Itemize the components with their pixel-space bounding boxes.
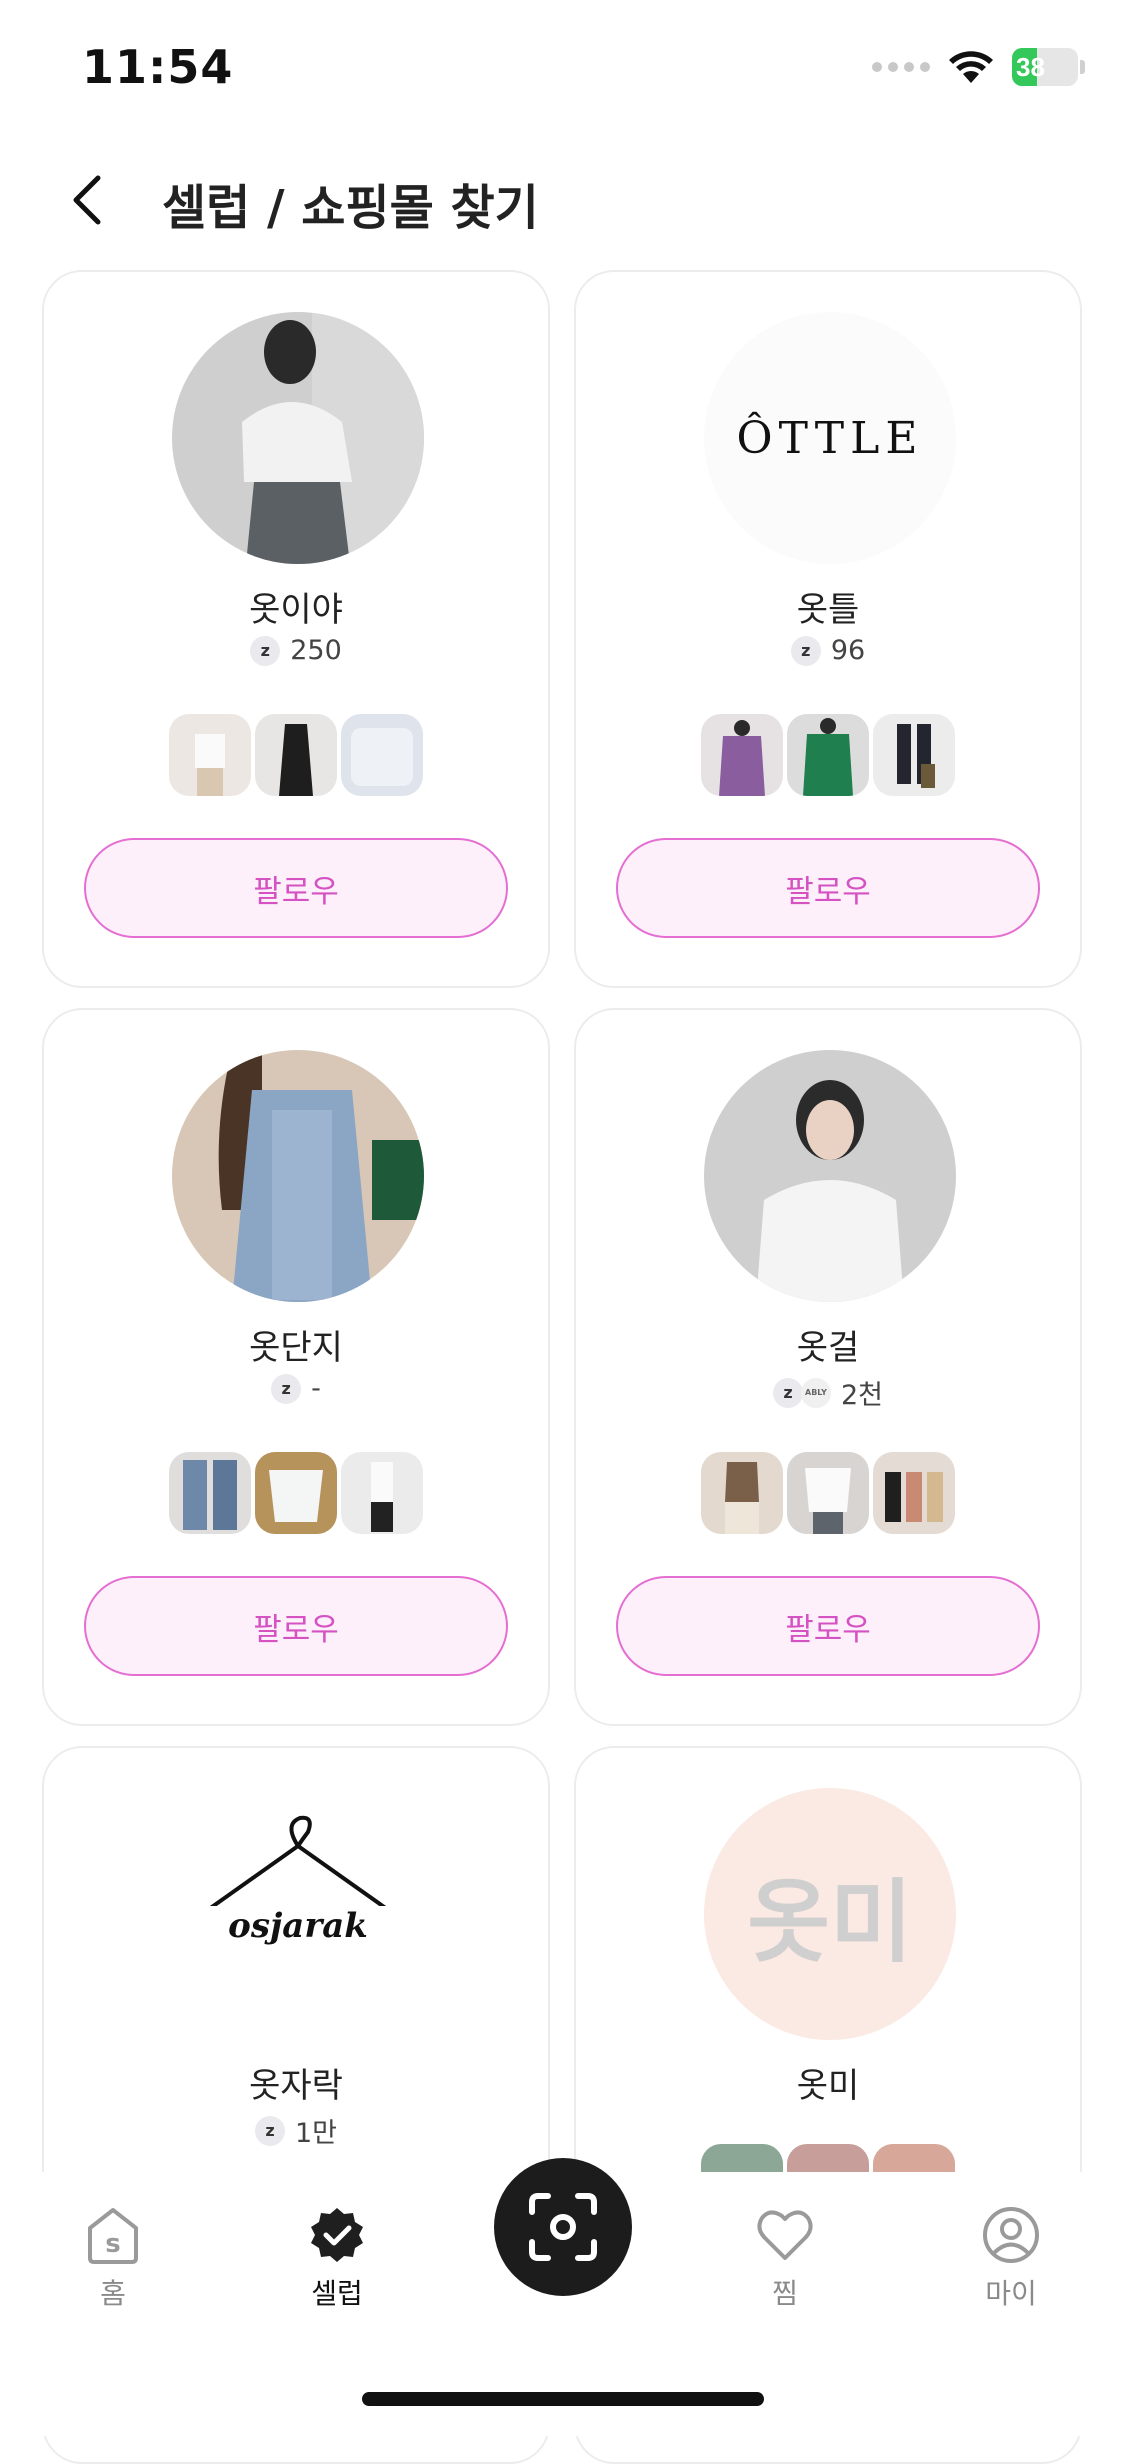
product-thumbnails [44,1452,548,1534]
home-indicator [362,2392,764,2406]
shop-card[interactable]: 옷걸 z ABLY 2천 팔로우 [574,1008,1082,1726]
shop-name: 옷자락 [249,2066,343,2106]
camera-scan-icon [529,2193,597,2261]
zigzag-badge-icon: z [271,1373,302,1404]
follower-count: 96 [830,635,866,666]
shop-avatar[interactable]: ÔTTLE [704,312,956,564]
product-thumbnail[interactable] [787,714,869,796]
wifi-icon [949,51,993,83]
shop-meta: z 1만 [44,2111,548,2150]
shop-meta: z ABLY 2천 [576,1373,1080,1412]
tab-celeb[interactable]: 셀럽 [272,2204,402,2312]
product-thumbnails [576,714,1080,796]
product-thumbnail[interactable] [169,714,251,796]
shop-name: 옷틀 [796,590,860,630]
shop-meta: z 250 [44,635,548,666]
camera-scan-button[interactable] [494,2158,632,2296]
follow-button[interactable]: 팔로우 [84,1576,508,1676]
follower-count: 2천 [840,1380,884,1411]
shop-meta: z - [44,1373,548,1404]
shop-avatar[interactable]: osjarak [172,1788,424,2040]
product-thumbnail[interactable] [341,1452,423,1534]
tab-home[interactable]: s 홈 [48,2204,178,2312]
shop-avatar[interactable] [172,1050,424,1302]
shop-logo-text: ÔTTLE [736,412,924,464]
back-arrow-icon[interactable] [60,170,120,230]
shop-card[interactable]: 옷단지 z - 팔로우 [42,1008,550,1726]
verified-badge-icon [311,2208,363,2262]
shop-avatar[interactable]: 옷미 [704,1788,956,2040]
shop-name: 옷미 [796,2066,860,2106]
product-thumbnail[interactable] [701,1452,783,1534]
svg-text:s: s [105,2229,120,2259]
product-thumbnails [576,1452,1080,1534]
product-thumbnails [44,714,548,796]
cellular-signal-icon [872,62,930,72]
follow-button[interactable]: 팔로우 [84,838,508,938]
home-s-icon: s [88,2208,138,2264]
follow-button[interactable]: 팔로우 [616,1576,1040,1676]
shop-card[interactable]: 옷이야 z 250 팔로우 [42,270,550,988]
shop-name: 옷이야 [249,590,343,630]
shop-name: 옷걸 [796,1328,860,1368]
follow-button[interactable]: 팔로우 [616,838,1040,938]
product-thumbnail[interactable] [255,714,337,796]
zigzag-badge-icon: z [254,2115,285,2146]
shop-card[interactable]: ÔTTLE 옷틀 z 96 팔로우 [574,270,1082,988]
zigzag-badge-icon: z [772,1377,803,1408]
tab-label: 홈 [100,2277,126,2310]
tab-label: 마이 [985,2277,1037,2310]
tab-wishlist[interactable]: 찜 [720,2204,850,2312]
page-title: 셀럽 / 쇼핑몰 찾기 [162,180,539,236]
product-thumbnail[interactable] [873,714,955,796]
profile-icon [983,2207,1039,2263]
zigzag-badge-icon: z [250,635,281,666]
shop-meta: z 96 [576,635,1080,666]
follower-count: 250 [290,635,342,666]
product-thumbnail[interactable] [255,1452,337,1534]
zigzag-badge-icon: z [790,635,821,666]
heart-icon [757,2210,813,2260]
tab-label: 셀럽 [311,2277,363,2310]
battery-icon: 38 [1012,48,1085,86]
shop-avatar[interactable] [172,312,424,564]
ably-badge-icon: ABLY [800,1377,831,1408]
product-thumbnail[interactable] [341,714,423,796]
shop-logo-text: osjarak [172,1906,424,1946]
tab-label: 찜 [772,2277,798,2310]
status-indicators: 38 [872,48,1085,86]
tab-my[interactable]: 마이 [946,2204,1076,2312]
shop-logo-text: 옷미 [747,1870,913,1975]
product-thumbnail[interactable] [169,1452,251,1534]
battery-level: 38 [1016,51,1045,82]
page-header: 셀럽 / 쇼핑몰 찾기 [0,150,1125,250]
shop-avatar[interactable] [704,1050,956,1302]
status-bar: 11:54 38 [0,0,1125,140]
follower-count: 1만 [294,2118,338,2149]
product-thumbnail[interactable] [873,1452,955,1534]
status-time: 11:54 [82,40,234,94]
follower-count: - [311,1373,321,1404]
product-thumbnail[interactable] [787,1452,869,1534]
product-thumbnail[interactable] [701,714,783,796]
shop-name: 옷단지 [249,1328,343,1368]
